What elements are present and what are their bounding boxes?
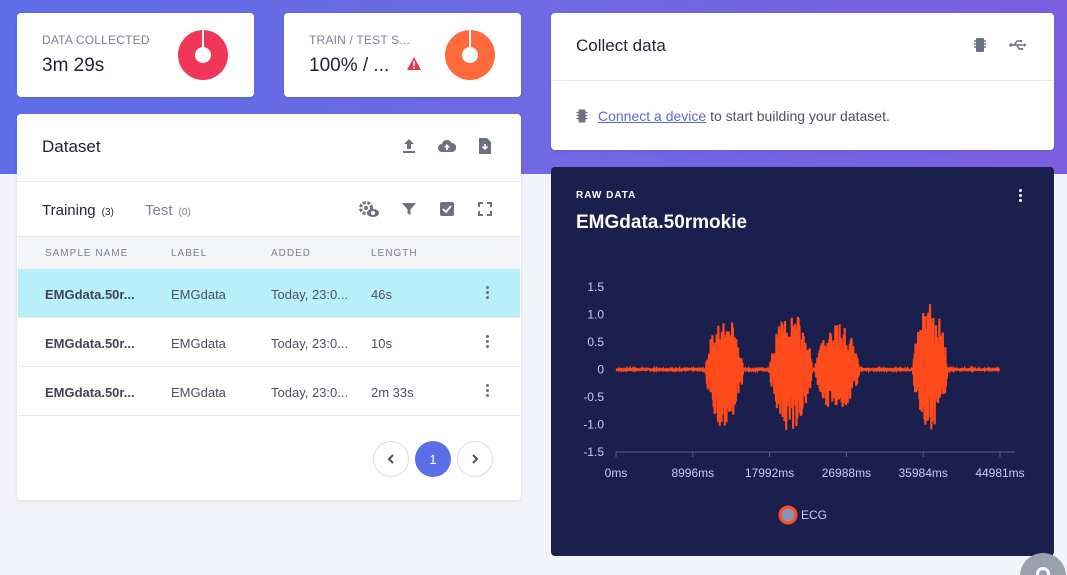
data-collected-label: DATA COLLECTED <box>42 33 150 47</box>
dataset-header-divider <box>17 181 521 182</box>
table-row[interactable]: EMGdata.50r... EMGdata Today, 23:0... 10… <box>18 318 520 367</box>
y-tick-label: -1.0 <box>583 418 604 432</box>
length-cell: 46s <box>371 287 392 302</box>
page-1-button[interactable]: 1 <box>415 441 451 477</box>
settings-view-icon[interactable] <box>358 198 380 220</box>
data-collected-donut <box>178 30 228 80</box>
column-length[interactable]: LENGTH <box>371 248 418 259</box>
column-sample-name[interactable]: SAMPLE NAME <box>45 248 128 259</box>
column-added[interactable]: ADDED <box>271 248 311 259</box>
column-label[interactable]: LABEL <box>171 248 207 259</box>
upload-icon[interactable] <box>398 135 420 157</box>
x-tick-label: 35984ms <box>899 466 948 480</box>
dataset-title: Dataset <box>42 137 101 156</box>
y-tick-label: 1.0 <box>587 308 604 322</box>
added-cell: Today, 23:0... <box>271 336 349 351</box>
next-page-button[interactable] <box>457 441 493 477</box>
added-cell: Today, 23:0... <box>271 385 349 400</box>
x-tick-label: 44981ms <box>975 466 1024 480</box>
raw-data-chart: 1.5 1.0 0.5 0 -0.5 -1.0 -1.50ms 8996ms 17992ms 26… <box>583 280 1025 525</box>
tab-training-count: (3) <box>101 207 114 218</box>
help-icon <box>1036 567 1050 575</box>
x-tick-label: 26988ms <box>822 466 871 480</box>
row-menu-icon[interactable] <box>484 384 490 398</box>
tab-training[interactable]: Training (3) <box>42 202 114 219</box>
y-tick-label: 0.5 <box>587 335 604 349</box>
ecg-series-line <box>615 304 1001 431</box>
device-chip-icon[interactable] <box>969 34 991 56</box>
chevron-right-icon <box>472 454 479 464</box>
tab-test[interactable]: Test (0) <box>145 202 191 219</box>
y-tick-label: 0 <box>597 363 604 377</box>
label-cell: EMGdata <box>171 287 226 302</box>
collect-data-card: Collect data Connect a device to start b… <box>551 13 1054 150</box>
previous-page-button[interactable] <box>373 441 409 477</box>
data-collected-card: DATA COLLECTED 3m 29s <box>17 13 254 97</box>
collect-header-divider <box>551 80 1054 81</box>
table-row[interactable]: EMGdata.50r... EMGdata Today, 23:0... 2m… <box>18 367 520 416</box>
device-chip-icon <box>576 109 588 123</box>
data-collected-value: 3m 29s <box>42 55 105 76</box>
train-test-split-card: TRAIN / TEST S... 100% / ... <box>284 13 521 97</box>
table-row[interactable]: EMGdata.50r... EMGdata Today, 23:0... 46… <box>18 269 520 318</box>
y-tick-label: -0.5 <box>583 390 604 404</box>
connect-device-link[interactable]: Connect a device <box>598 108 706 124</box>
chevron-left-icon <box>387 454 394 464</box>
length-cell: 10s <box>371 336 392 351</box>
sample-name-cell: EMGdata.50r... <box>45 336 135 351</box>
sample-name-cell: EMGdata.50r... <box>45 287 135 302</box>
row-menu-icon[interactable] <box>484 335 490 349</box>
train-test-split-label: TRAIN / TEST S... <box>309 33 410 47</box>
legend-label-ecg: ECG <box>801 508 827 522</box>
x-tick-label: 0ms <box>605 466 628 480</box>
warning-icon[interactable] <box>407 57 421 75</box>
fullscreen-icon[interactable] <box>474 198 496 220</box>
row-menu-icon[interactable] <box>484 286 490 300</box>
train-test-split-donut <box>445 30 495 80</box>
help-button[interactable] <box>1020 553 1067 575</box>
tab-training-label: Training <box>42 202 96 219</box>
raw-data-card: RAW DATA EMGdata.50rmokie 1.5 1.0 0.5 0 -0.5… <box>551 167 1054 556</box>
train-test-split-value: 100% / ... <box>309 55 390 76</box>
usb-icon[interactable] <box>1007 34 1029 56</box>
added-cell: Today, 23:0... <box>271 287 349 302</box>
tab-test-count: (0) <box>178 207 191 218</box>
collect-data-title: Collect data <box>576 36 666 55</box>
x-tick-label: 8996ms <box>671 466 714 480</box>
connect-device-message: Connect a device to start building your … <box>576 108 890 124</box>
sample-name-cell: EMGdata.50r... <box>45 385 135 400</box>
length-cell: 2m 33s <box>371 385 414 400</box>
legend-marker-ecg <box>778 505 798 525</box>
x-tick-label: 17992ms <box>745 466 794 480</box>
label-cell: EMGdata <box>171 336 226 351</box>
cloud-upload-icon[interactable] <box>436 135 458 157</box>
connect-device-text: to start building your dataset. <box>706 108 890 124</box>
filter-icon[interactable] <box>398 198 420 220</box>
label-cell: EMGdata <box>171 385 226 400</box>
select-all-icon[interactable] <box>436 198 458 220</box>
tab-test-label: Test <box>145 202 173 219</box>
y-tick-label: 1.5 <box>587 280 604 294</box>
export-file-icon[interactable] <box>474 135 496 157</box>
y-tick-label: -1.5 <box>583 445 604 459</box>
